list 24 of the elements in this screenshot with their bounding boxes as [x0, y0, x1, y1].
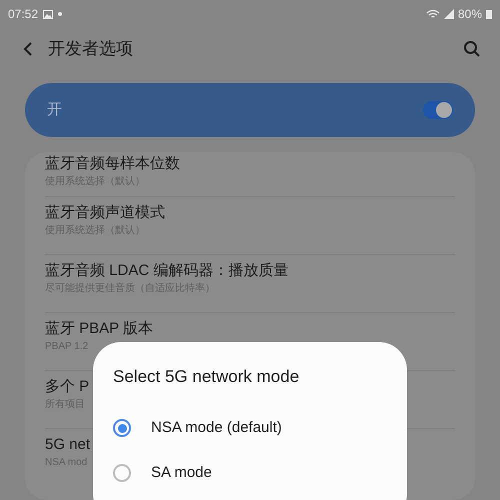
dialog-title: Select 5G network mode: [113, 366, 300, 388]
search-button[interactable]: [462, 39, 482, 59]
chevron-left-icon: [23, 41, 33, 57]
setting-title: 蓝牙音频声道模式: [45, 203, 165, 222]
battery-percent: 80%: [458, 6, 482, 23]
setting-title: 蓝牙音频每样本位数: [45, 154, 180, 173]
toggle-switch[interactable]: [423, 101, 453, 119]
status-time: 07:52: [8, 6, 38, 23]
dot-icon: [58, 12, 62, 16]
image-icon: [43, 10, 54, 18]
switch-label: 开: [47, 100, 62, 120]
page-title: 开发者选项: [48, 38, 133, 60]
setting-title: 5G net: [45, 435, 90, 454]
search-icon: [463, 40, 481, 58]
setting-title: 蓝牙 PBAP 版本: [45, 319, 154, 338]
setting-title: 多个 P: [45, 377, 90, 396]
wifi-icon: [426, 9, 440, 19]
option-label: SA mode: [151, 462, 212, 483]
signal-icon: [444, 9, 454, 19]
battery-icon: [486, 9, 492, 19]
radio-button[interactable]: [113, 419, 131, 437]
option-label: NSA mode (default): [151, 418, 282, 438]
setting-title: 蓝牙音频 LDAC 编解码器：播放质量: [45, 261, 288, 280]
radio-button[interactable]: [113, 464, 131, 482]
